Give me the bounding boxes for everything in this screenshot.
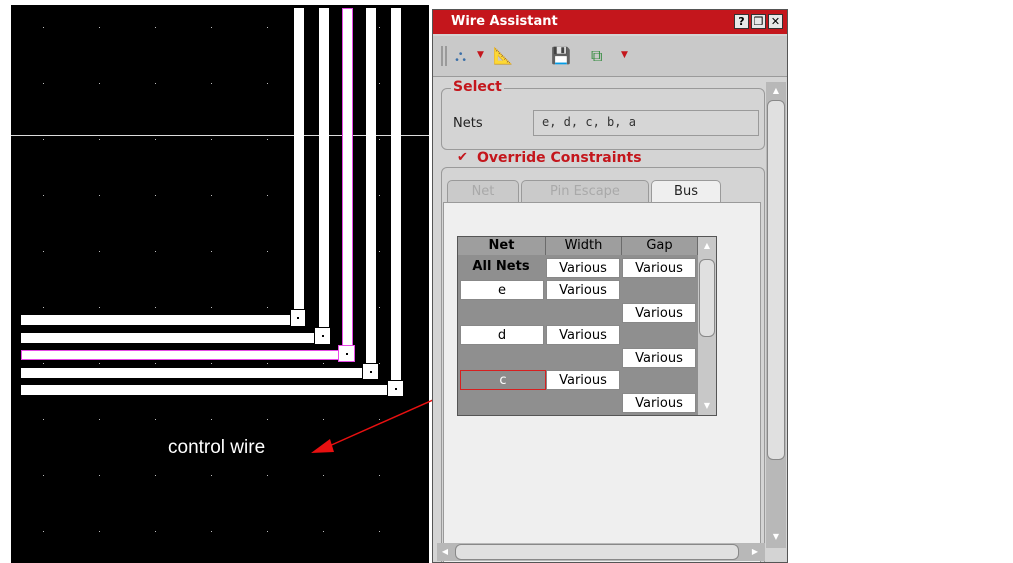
row-d-width[interactable]: Various	[546, 325, 620, 345]
row-e-gap[interactable]: Various	[622, 303, 696, 323]
row-d-net[interactable]: d	[460, 325, 544, 345]
panel-scrollbar[interactable]: ▲ ▼	[766, 82, 786, 548]
select-group-label: Select	[451, 79, 504, 95]
toolbar: ⛬ ▼ 📐 💾 ⧉ ▼	[433, 36, 787, 77]
table-scroll-thumb[interactable]	[699, 259, 715, 337]
nets-label: Nets	[453, 116, 483, 131]
ruler-icon[interactable]: 📐	[493, 47, 513, 65]
tab-bus[interactable]: Bus	[651, 180, 721, 202]
table-scroll-down-icon[interactable]: ▼	[698, 401, 716, 410]
close-button[interactable]: ✕	[768, 14, 783, 29]
row-c-gap[interactable]: Various	[622, 393, 696, 413]
header-width[interactable]: Width	[546, 237, 622, 255]
net-dropdown-icon[interactable]: ▼	[621, 50, 628, 60]
row-e-width[interactable]: Various	[546, 280, 620, 300]
panel-title: Wire Assistant	[451, 14, 558, 29]
hierarchy-icon[interactable]: ⛬	[455, 47, 466, 65]
help-button[interactable]: ?	[734, 14, 749, 29]
bus-constraints-table: Net Width Gap All Nets Various Various e…	[457, 236, 717, 416]
row-d-gap[interactable]: Various	[622, 348, 696, 368]
panel-scroll-left-icon[interactable]: ◀	[439, 547, 451, 556]
panel-titlebar[interactable]: Wire Assistant ? ❒ ✕	[433, 10, 787, 34]
panel-scroll-right-icon[interactable]: ▶	[749, 547, 761, 556]
header-gap[interactable]: Gap	[622, 237, 698, 255]
row-c-net-selected[interactable]: c	[460, 370, 546, 390]
wire-assistant-panel: Wire Assistant ? ❒ ✕ ⛬ ▼ 📐 💾 ⧉ ▼ Select …	[432, 9, 788, 563]
tab-pin-escape[interactable]: Pin Escape	[521, 180, 649, 202]
panel-scroll-up-icon[interactable]: ▲	[766, 86, 786, 95]
row-e-net[interactable]: e	[460, 280, 544, 300]
save-icon[interactable]: 💾	[551, 47, 571, 65]
override-checkbox[interactable]: ✔	[455, 150, 470, 165]
toolbar-grip-icon[interactable]	[441, 46, 447, 66]
header-net[interactable]: Net	[458, 237, 546, 255]
panel-scroll-thumb[interactable]	[767, 100, 785, 460]
override-label: Override Constraints	[475, 150, 644, 166]
net-icon[interactable]: ⧉	[591, 47, 602, 65]
table-scrollbar[interactable]: ▲ ▼	[698, 237, 716, 415]
row-all-nets-net[interactable]: All Nets	[458, 257, 544, 277]
row-all-nets-gap[interactable]: Various	[622, 258, 696, 278]
tab-net[interactable]: Net	[447, 180, 519, 202]
row-all-nets-width[interactable]: Various	[546, 258, 620, 278]
nets-field[interactable]: e, d, c, b, a	[533, 110, 759, 136]
panel-hscrollbar[interactable]: ◀ ▶	[437, 543, 765, 561]
row-c-width[interactable]: Various	[546, 370, 620, 390]
float-button[interactable]: ❒	[751, 14, 766, 29]
panel-hscroll-thumb[interactable]	[455, 544, 739, 560]
panel-scroll-down-icon[interactable]: ▼	[766, 532, 786, 541]
table-scroll-up-icon[interactable]: ▲	[698, 241, 716, 250]
hierarchy-dropdown-icon[interactable]: ▼	[477, 50, 484, 60]
